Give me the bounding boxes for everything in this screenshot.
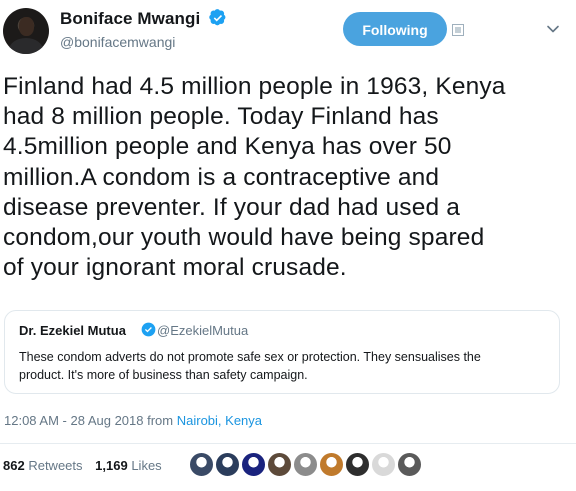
retweets-count: 862 xyxy=(3,458,25,473)
likes-count: 1,169 xyxy=(95,458,128,473)
quoted-tweet-card[interactable]: Dr. Ezekiel Mutua @EzekielMutua These co… xyxy=(4,310,560,394)
liker-avatar-6[interactable] xyxy=(318,451,345,478)
tweet-stats: 862 Retweets 1,169 Likes xyxy=(3,458,171,473)
liker-avatar-8[interactable] xyxy=(370,451,397,478)
chevron-down-icon[interactable] xyxy=(546,22,560,36)
quoted-author-name: Dr. Ezekiel Mutua xyxy=(19,323,126,338)
tweet-meta: 12:08 AM - 28 Aug 2018 from Nairobi, Ken… xyxy=(4,413,262,428)
liker-avatar-9[interactable] xyxy=(396,451,423,478)
liker-avatar-3[interactable] xyxy=(240,451,267,478)
tweet-body: Finland had 4.5 million people in 1963, … xyxy=(3,72,563,283)
retweets-label: Retweets xyxy=(28,458,83,473)
verified-badge-icon xyxy=(209,9,226,26)
liker-avatar-4[interactable] xyxy=(266,451,293,478)
tweet-line: million.A condom is a contraceptive and xyxy=(3,163,440,191)
likes-label: Likes xyxy=(131,458,162,473)
liker-avatar-7[interactable] xyxy=(344,451,371,478)
avatar-face xyxy=(19,17,34,36)
stats-divider xyxy=(0,443,576,444)
quoted-line: product. It's more of business than safe… xyxy=(19,368,308,382)
following-button[interactable]: Following xyxy=(343,12,447,46)
quoted-line: These condom adverts do not promote safe… xyxy=(19,350,481,364)
author-handle[interactable]: @bonifacemwangi xyxy=(60,34,175,50)
likes-stat[interactable]: 1,169 Likes xyxy=(95,458,162,473)
tweet-header: Boniface Mwangi @bonifacemwangi Followin… xyxy=(0,0,576,62)
tweet-line: disease preventer. If your dad had used … xyxy=(3,193,460,221)
tweet-line: condom,our youth would have being spared xyxy=(3,224,485,252)
tweet-line: 4.5million people and Kenya has over 50 xyxy=(3,133,452,161)
tweet-location-link[interactable]: Nairobi, Kenya xyxy=(177,413,262,428)
retweets-stat[interactable]: 862 Retweets xyxy=(3,458,83,473)
quoted-tweet-text: These condom adverts do not promote safe… xyxy=(19,348,549,384)
author-name-row[interactable]: Boniface Mwangi xyxy=(60,9,227,29)
tweet-line: of your ignorant moral crusade. xyxy=(3,254,347,282)
quoted-author-handle: @EzekielMutua xyxy=(157,323,249,338)
tweet-line: had 8 million people. Today Finland has xyxy=(3,103,439,131)
liker-avatar-5[interactable] xyxy=(292,451,319,478)
notification-square-icon[interactable] xyxy=(452,24,464,36)
author-avatar[interactable] xyxy=(3,8,49,54)
tweet-timestamp[interactable]: 12:08 AM - 28 Aug 2018 from xyxy=(4,413,177,428)
verified-badge-icon xyxy=(141,322,156,337)
liker-avatar-2[interactable] xyxy=(214,451,241,478)
liker-avatar-1[interactable] xyxy=(188,451,215,478)
avatar-shoulders xyxy=(9,38,43,54)
author-name[interactable]: Boniface Mwangi xyxy=(60,9,200,28)
tweet-line: Finland had 4.5 million people in 1963, … xyxy=(3,73,506,100)
